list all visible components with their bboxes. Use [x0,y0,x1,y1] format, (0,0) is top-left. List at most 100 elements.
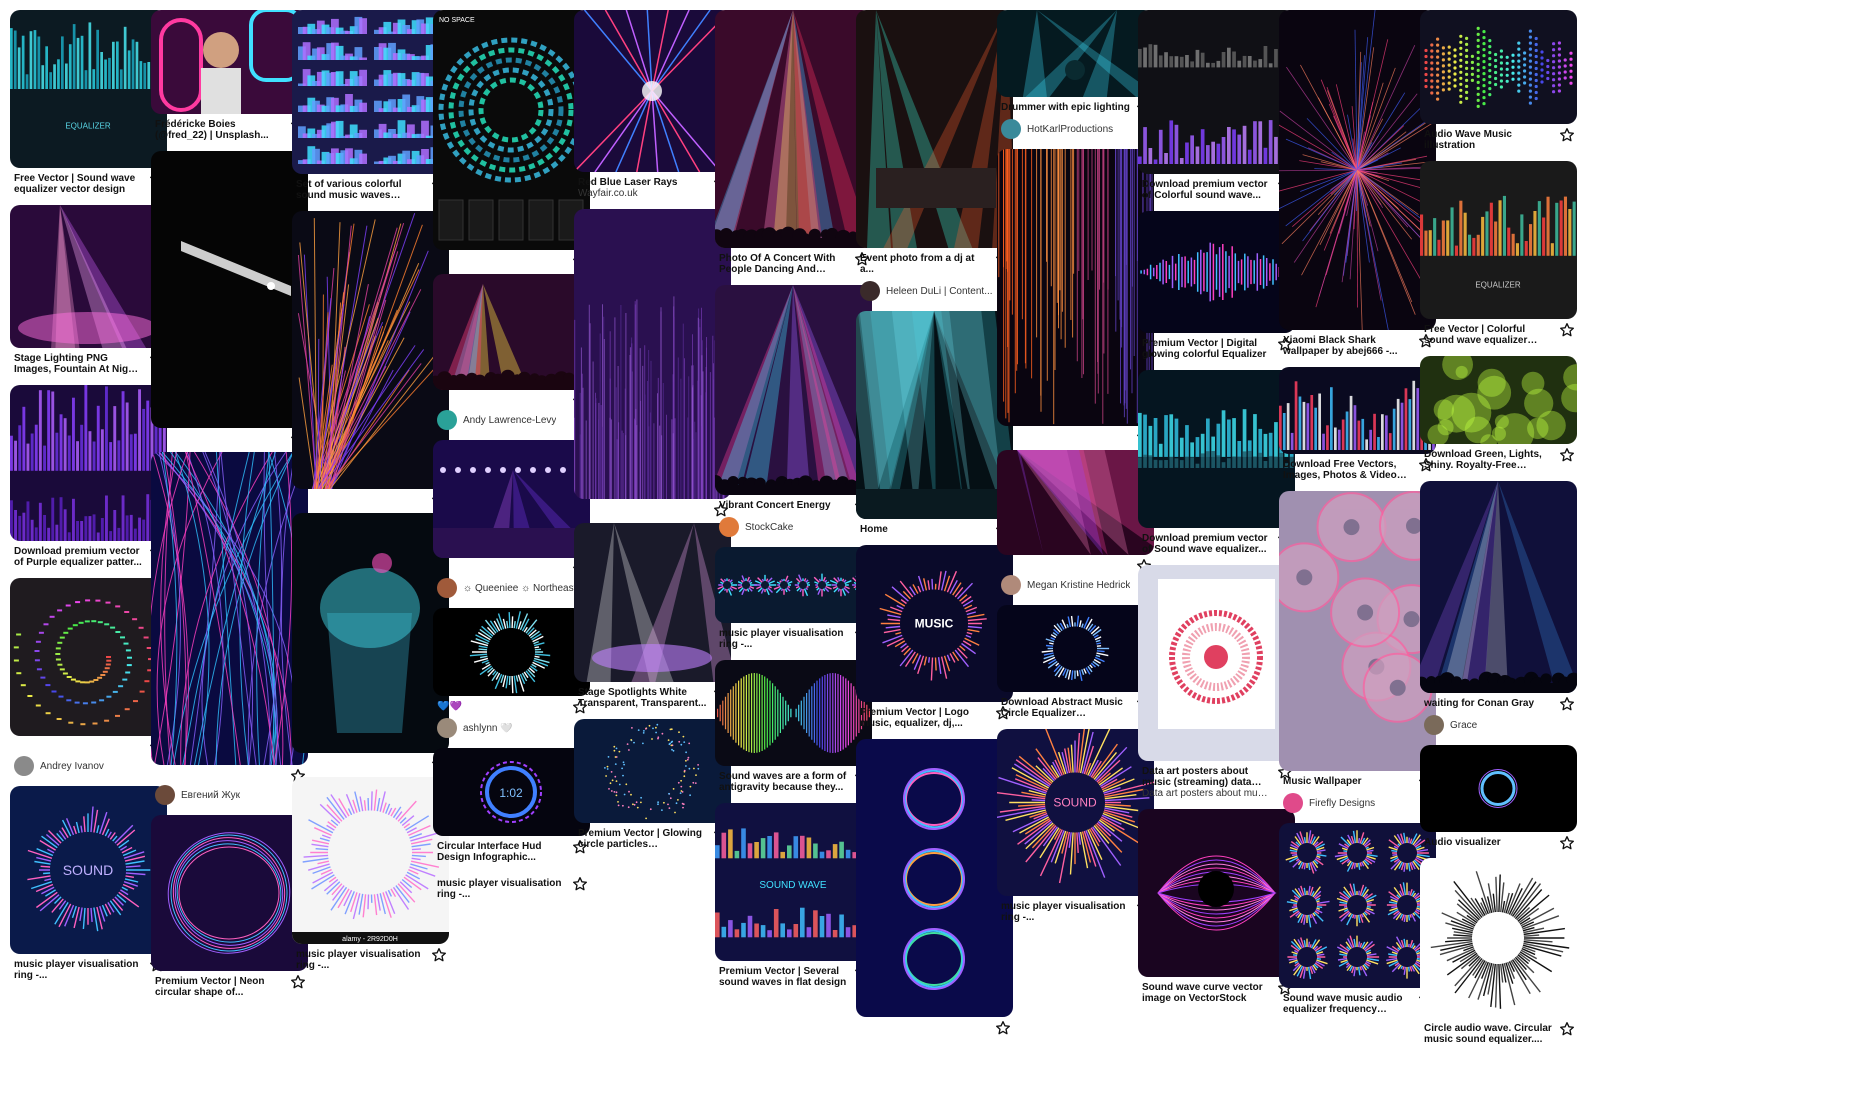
avatar[interactable] [719,517,739,537]
pin-image[interactable] [715,10,872,248]
pin-card[interactable] [856,739,1013,1035]
pin-card[interactable]: Vibrant Concert Energy StockCake [715,285,872,537]
pin-image[interactable]: EQUALIZER [10,10,167,168]
pin-image[interactable] [1138,211,1295,333]
owner-name[interactable]: Евгений Жук [181,790,240,801]
owner-name[interactable]: Andy Lawrence-Levy [463,415,556,426]
pin-card[interactable]: Set of various colorful sound music wave… [292,10,449,201]
pin-title[interactable]: Stage Lighting PNG Images, Fountain At N… [14,353,143,375]
pin-card[interactable]: Sound wave curve vector image on VectorS… [1138,809,1295,1004]
pin-title[interactable]: Vibrant Concert Energy [719,500,848,511]
pin-title[interactable]: Free Vector | Sound wave equalizer vecto… [14,173,143,195]
pin-owner[interactable]: Heleen DuLi | Content... [856,275,1013,301]
pin-image[interactable]: SOUND WAVE [715,803,872,961]
pin-image[interactable] [1138,565,1295,761]
avatar[interactable] [437,578,457,598]
pin-title[interactable]: Audio Wave Music illustration [1424,129,1553,151]
pin-title[interactable]: music player visualisation ring -... [1001,901,1130,923]
pin-owner[interactable]: Andy Lawrence-Levy [433,404,590,430]
pin-card[interactable]: SOUND music player visualisation ring -..… [10,786,167,981]
pin-card[interactable]: Stage Lighting PNG Images, Fountain At N… [10,205,167,375]
pin-card[interactable]: Music Wallpaper Firefly Designs [1279,491,1436,813]
pin-image[interactable] [1279,10,1436,330]
pin-title[interactable]: Download premium vector of Colorful soun… [1142,179,1271,201]
star-icon[interactable] [1559,447,1575,463]
pin-card[interactable]: Xiaomi Black Shark wallpaper by abej666 … [1279,10,1436,357]
avatar[interactable] [860,281,880,301]
pin-title[interactable]: Premium Vector | Logo music, equalizer, … [860,707,989,729]
owner-name[interactable]: Heleen DuLi | Content... [886,286,993,297]
pin-title[interactable]: music player visualisation ring -... [437,878,566,900]
pin-card[interactable]: Data art posters about music (streaming)… [1138,565,1295,799]
avatar[interactable] [1283,793,1303,813]
pin-card[interactable]: Stage Spotlights White Transparent, Tran… [574,523,731,709]
pin-image[interactable] [1279,367,1436,454]
pin-card[interactable]: waiting for Conan Gray Grace [1420,481,1577,735]
owner-name[interactable]: ☼ Queeniee ☼ Northeast [463,583,576,594]
avatar[interactable] [1001,119,1021,139]
pin-image[interactable] [1138,10,1295,174]
pin-title[interactable]: Audio visualizer [1424,837,1553,848]
pin-card[interactable]: Sound wave music audio equalizer frequen… [1279,823,1436,1015]
pin-card[interactable]: Audio visualizer [1420,745,1577,850]
pin-card[interactable]: Circle audio wave. Circular music sound … [1420,858,1577,1045]
pin-card[interactable]: EQUALIZER Free Vector | Sound wave equali… [10,10,167,195]
pin-title[interactable]: Circular Interface Hud Design Infographi… [437,841,566,863]
pin-card[interactable]: Home [856,311,1013,537]
pin-image[interactable]: alamy - 2R92D0H [292,777,449,944]
pin-owner[interactable]: Firefly Designs [1279,787,1436,813]
pin-image[interactable]: SOUND [10,786,167,954]
pin-title[interactable]: Premium Vector | Glowing circle particle… [578,828,707,850]
avatar[interactable] [437,410,457,430]
pin-card[interactable] [292,211,449,507]
pin-card[interactable]: Drummer with epic lighting HotKarlProduct… [997,10,1154,139]
owner-name[interactable]: Andrey Ivanov [40,761,104,772]
pin-title[interactable]: Stage Spotlights White Transparent, Tran… [578,687,707,709]
pin-image[interactable] [433,274,590,390]
pin-title[interactable]: Premium Vector | Neon circular shape of.… [155,976,284,998]
pin-title[interactable]: Photo Of A Concert With People Dancing A… [719,253,848,275]
pin-title[interactable]: Premium Vector | Digital glowing colorfu… [1142,338,1271,360]
pin-owner[interactable]: StockCake [715,511,872,537]
pin-card[interactable]: Megan Kristine Hedrick [997,450,1154,595]
pin-owner[interactable]: ashlynn 🤍 [433,712,590,738]
pin-image[interactable] [1138,370,1295,528]
pin-card[interactable]: Download Green, Lights, Shiny. Royalty-F… [1420,356,1577,471]
pin-image[interactable] [1279,491,1436,771]
pin-image[interactable] [1420,356,1577,444]
pin-image[interactable] [997,450,1154,555]
owner-name[interactable]: StockCake [745,522,793,533]
owner-name[interactable]: ashlynn 🤍 [463,723,513,734]
pin-card[interactable]: Audio Wave Music illustration [1420,10,1577,151]
pin-card[interactable]: Premium Vector | Digital glowing colorfu… [1138,211,1295,360]
pin-image[interactable] [1138,809,1295,977]
owner-name[interactable]: Megan Kristine Hedrick [1027,580,1130,591]
pin-title[interactable]: Download Free Vectors, Images, Photos & … [1283,459,1412,481]
pin-title[interactable]: Set of various colorful sound music wave… [296,179,425,201]
pin-title[interactable]: Download premium vector of Sound wave eq… [1142,533,1271,555]
pin-title[interactable]: Music Wallpaper [1283,776,1412,787]
pin-title[interactable]: Event photo from a dj at a... [860,253,989,275]
pin-title[interactable]: music player visualisation ring -... [296,949,425,971]
star-icon[interactable] [572,876,588,892]
avatar[interactable] [1424,715,1444,735]
pin-title[interactable]: Download premium vector of Purple equali… [14,546,143,568]
pin-owner[interactable]: Евгений Жук [151,779,308,805]
owner-name[interactable]: Firefly Designs [1309,798,1375,809]
pin-card[interactable]: SOUND music player visualisation ring -..… [997,729,1154,923]
pin-title[interactable]: Free Vector | Colorful sound wave equali… [1424,324,1553,346]
pin-title[interactable]: Xiaomi Black Shark wallpaper by abej666 … [1283,335,1412,357]
pin-image[interactable] [715,547,872,623]
pin-card[interactable]: Download premium vector of Sound wave eq… [1138,370,1295,555]
pin-image[interactable] [715,285,872,495]
pin-image[interactable] [151,151,308,428]
owner-name[interactable]: HotKarlProductions [1027,124,1113,135]
pin-image[interactable] [997,10,1154,97]
pin-title[interactable]: Premium Vector | Several sound waves in … [719,966,848,988]
pin-image[interactable]: SOUND [997,729,1154,896]
pin-card[interactable]: Download premium vector of Purple equali… [10,385,167,568]
pin-image[interactable] [10,205,167,348]
pin-image[interactable] [1279,823,1436,988]
pin-card[interactable]: Event photo from a dj at a... Heleen DuLi… [856,10,1013,301]
pin-title[interactable]: Download Abstract Music Circle Equalizer… [1001,697,1130,719]
